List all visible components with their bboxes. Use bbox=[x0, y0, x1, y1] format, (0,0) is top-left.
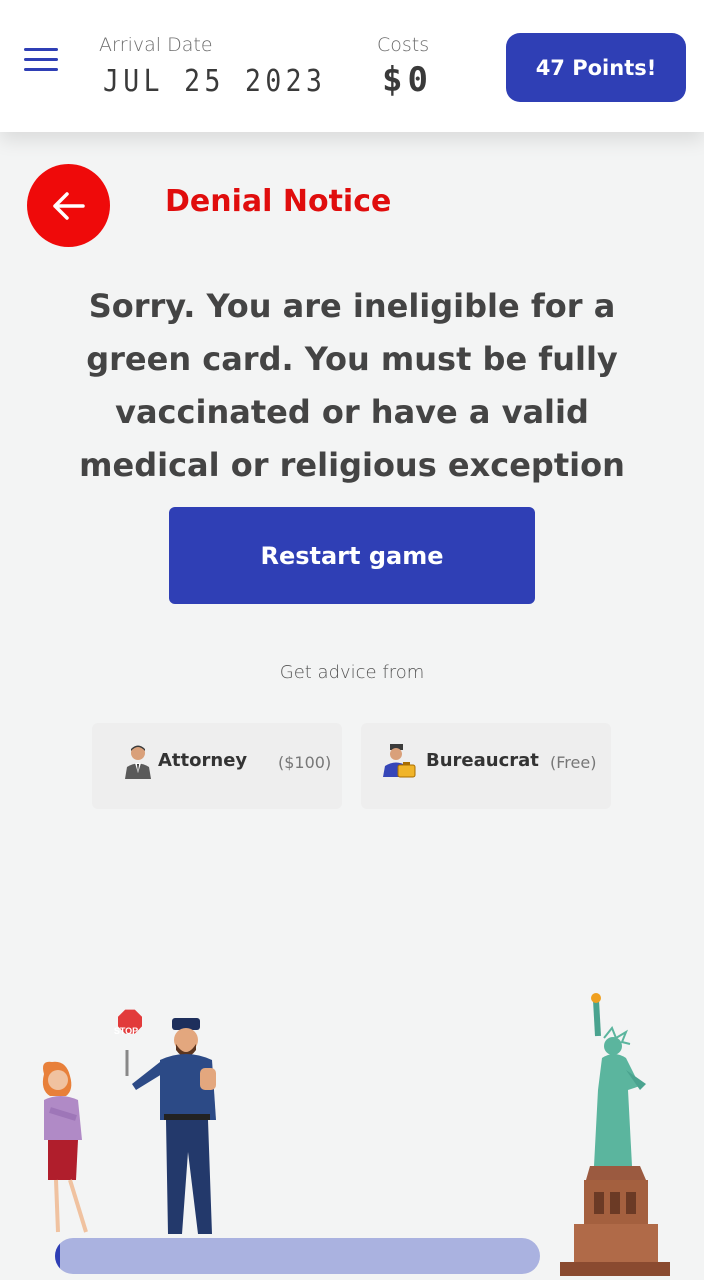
arrow-left-icon bbox=[52, 191, 85, 220]
attorney-icon bbox=[125, 745, 151, 779]
denial-message: Sorry. You are ineligible for a green ca… bbox=[79, 287, 625, 484]
bureaucrat-name: Bureaucrat bbox=[426, 750, 539, 771]
arrival-date-label: Arrival Date bbox=[99, 34, 213, 56]
bureaucrat-price: (Free) bbox=[550, 753, 597, 772]
woman-traveler-illustration bbox=[42, 1061, 88, 1233]
border-scene-illustration: STOP bbox=[42, 993, 670, 1276]
progress-bar-fill bbox=[55, 1238, 60, 1274]
police-officer-illustration: STOP bbox=[114, 1009, 216, 1234]
restart-game-button[interactable]: Restart game bbox=[169, 507, 535, 604]
arrival-date-value: JUL 25 2023 bbox=[103, 64, 327, 99]
progress-bar bbox=[55, 1238, 540, 1274]
costs-label: Costs bbox=[377, 34, 430, 56]
costs-value: $0 bbox=[382, 60, 433, 100]
hamburger-menu-icon[interactable] bbox=[24, 48, 58, 72]
attorney-advisor-card[interactable]: Attorney ($100) bbox=[92, 723, 342, 809]
denial-notice-title: Denial Notice bbox=[165, 184, 392, 219]
attorney-price: ($100) bbox=[278, 753, 332, 772]
bureaucrat-icon bbox=[383, 744, 416, 778]
attorney-name: Attorney bbox=[158, 750, 248, 771]
top-bar: Arrival Date JUL 25 2023 Costs $0 47 Poi… bbox=[0, 0, 704, 132]
back-button[interactable] bbox=[27, 164, 110, 247]
statue-of-liberty-illustration bbox=[560, 993, 670, 1276]
points-button[interactable]: 47 Points! bbox=[506, 33, 686, 102]
bureaucrat-advisor-card[interactable]: Bureaucrat (Free) bbox=[361, 723, 611, 809]
svg-text:STOP: STOP bbox=[114, 1026, 138, 1036]
advice-label: Get advice from bbox=[279, 662, 425, 683]
